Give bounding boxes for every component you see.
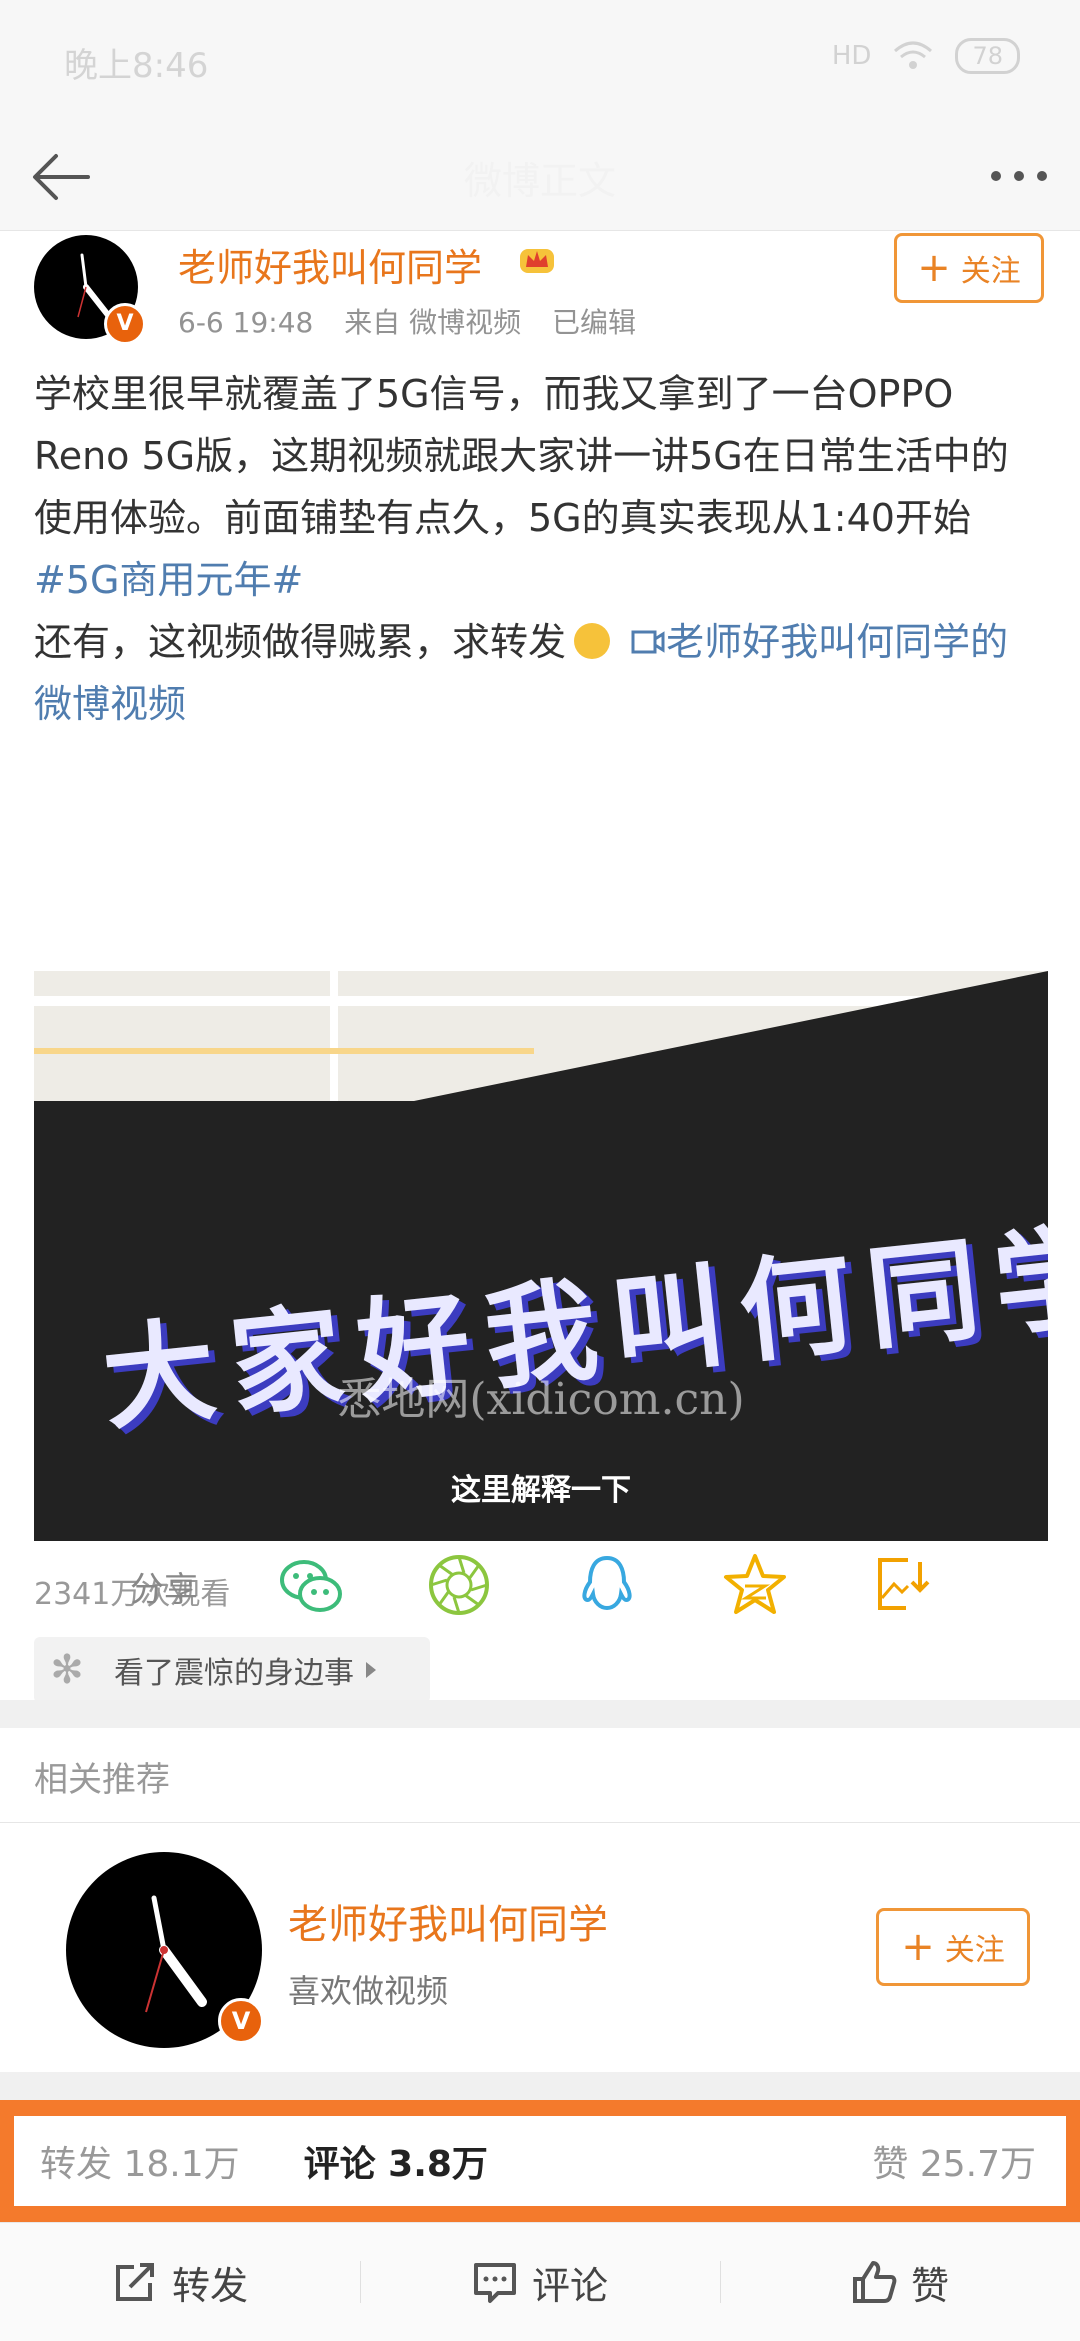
moments-icon[interactable]: [424, 1550, 494, 1620]
post-source: 来自 微博视频: [344, 306, 522, 339]
hashtag-link[interactable]: #5G商用元年#: [34, 558, 303, 602]
author-avatar[interactable]: V: [34, 235, 146, 345]
recommend-follow-button[interactable]: + 关注: [876, 1908, 1030, 1986]
video-subtitle: 这里解释一下: [451, 1473, 631, 1508]
qq-icon[interactable]: [572, 1550, 642, 1620]
verified-badge-icon: V: [218, 1998, 264, 2044]
laugh-cry-emoji-icon: [574, 622, 611, 659]
status-icons: HD 78: [832, 38, 1020, 74]
post-content: 学校里很早就覆盖了5G信号，而我又拿到了一台OPPO Reno 5G版，这期视频…: [34, 363, 1044, 735]
comment-count-tab[interactable]: 评论 3.8万: [304, 2135, 488, 2187]
page-title: 微博正文: [463, 159, 616, 203]
post-edited: 已编辑: [552, 306, 637, 339]
crown-badge-icon: [520, 249, 554, 273]
repost-label: 转发: [171, 2263, 248, 2308]
chevron-right-icon: [366, 1662, 376, 1678]
recommend-desc: 喜欢做视频: [288, 1972, 449, 2010]
recommend-name[interactable]: 老师好我叫何同学: [288, 1892, 608, 1950]
save-image-icon[interactable]: [868, 1550, 938, 1620]
watermark: 悉地网(xidicom.cn): [337, 1374, 745, 1425]
stats-bar: 转发 18.1万 评论 3.8万 赞 25.7万: [14, 2116, 1066, 2206]
recommend-header: 相关推荐: [34, 1760, 170, 1800]
repost-icon: [115, 2263, 154, 2301]
battery-icon: 78: [955, 38, 1020, 74]
video-icon: [631, 630, 665, 653]
comment-label: 评论: [531, 2263, 608, 2308]
section-divider: [0, 1700, 1080, 1728]
network-icon: HD: [831, 41, 872, 71]
repost-button[interactable]: 转发: [0, 2223, 360, 2341]
section-divider: [0, 2072, 1080, 2100]
like-count-tab[interactable]: 赞 25.7万: [872, 2135, 1036, 2187]
post-text-2: 还有，这视频做得贼累，求转发: [34, 620, 567, 664]
author-name[interactable]: 老师好我叫何同学: [178, 237, 482, 292]
topic-chip[interactable]: ✻ 看了震惊的身边事: [34, 1637, 430, 1703]
map-thumbnail: [34, 971, 1048, 1101]
wifi-icon: [894, 41, 933, 69]
flower-icon: ✻: [50, 1647, 84, 1693]
share-row: 分享: [0, 1540, 1080, 1632]
status-bar: 晚上8:46 HD 78: [0, 0, 1080, 120]
chip-text: 看了震惊的身边事: [114, 1656, 354, 1691]
repost-count-tab[interactable]: 转发 18.1万: [40, 2135, 240, 2187]
comment-button[interactable]: 评论: [360, 2223, 720, 2341]
top-nav-bar: 微博正文: [0, 120, 1080, 231]
thumbs-up-icon: [852, 2261, 897, 2303]
qzone-icon[interactable]: [720, 1550, 790, 1620]
like-label: 赞: [910, 2263, 949, 2308]
follow-label: 关注: [944, 1933, 1005, 1968]
comment-icon: [473, 2263, 516, 2303]
bottom-action-bar: 转发 评论 赞: [0, 2222, 1080, 2341]
stats-highlight: 转发 18.1万 评论 3.8万 赞 25.7万: [0, 2100, 1080, 2222]
post-meta: 6-6 19:48 来自 微博视频 已编辑: [178, 301, 658, 341]
share-label: 分享: [130, 1570, 198, 1610]
more-icon[interactable]: [984, 148, 1054, 204]
status-time: 晚上8:46: [64, 46, 209, 86]
wechat-icon[interactable]: [276, 1550, 346, 1620]
recommend-avatar[interactable]: V: [66, 1852, 264, 2048]
plus-icon: +: [901, 1924, 935, 1970]
divider: [0, 1822, 1080, 1823]
video-player[interactable]: 大家好我叫何同学 悉地网(xidicom.cn) 这里解释一下: [34, 971, 1048, 1541]
follow-label: 关注: [960, 254, 1021, 289]
verified-badge-icon: V: [104, 303, 146, 345]
like-button[interactable]: 赞: [720, 2223, 1080, 2341]
post-text: 学校里很早就覆盖了5G信号，而我又拿到了一台OPPO Reno 5G版，这期视频…: [34, 372, 1009, 540]
follow-button[interactable]: + 关注: [894, 233, 1044, 303]
plus-icon: +: [917, 245, 951, 291]
post-time: 6-6 19:48: [178, 306, 314, 339]
